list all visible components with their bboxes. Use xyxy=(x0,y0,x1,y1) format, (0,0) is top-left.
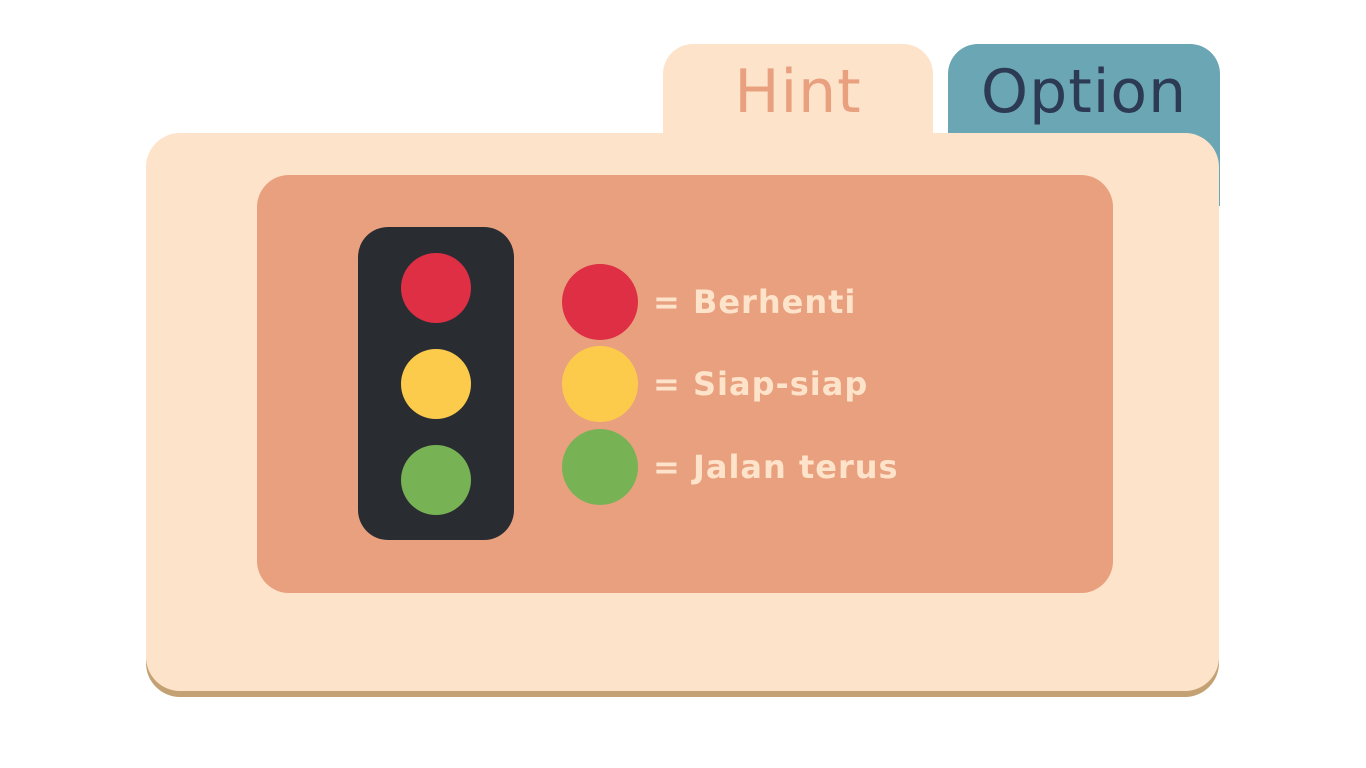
tab-hint[interactable]: Hint xyxy=(663,44,933,144)
yellow-circle-icon xyxy=(562,346,638,422)
tab-hint-label: Hint xyxy=(734,57,862,127)
traffic-light-icon xyxy=(358,227,514,540)
legend-label: = Siap-siap xyxy=(653,365,869,403)
red-circle-icon xyxy=(562,264,638,340)
legend-item-red: = Berhenti xyxy=(562,264,856,340)
legend-label: = Jalan terus xyxy=(653,448,899,486)
traffic-light-red-lamp xyxy=(401,253,471,323)
traffic-light-yellow-lamp xyxy=(401,349,471,419)
legend-label: = Berhenti xyxy=(653,283,857,321)
legend-item-green: = Jalan terus xyxy=(562,429,899,505)
green-circle-icon xyxy=(562,429,638,505)
hint-content: = Berhenti = Siap-siap = Jalan terus xyxy=(257,175,1113,593)
hint-screen: Option Hint = Berhenti = Siap-siap = Jal… xyxy=(0,0,1366,768)
tab-option-label: Option xyxy=(980,57,1188,127)
legend-item-yellow: = Siap-siap xyxy=(562,346,868,422)
traffic-light-green-lamp xyxy=(401,445,471,515)
